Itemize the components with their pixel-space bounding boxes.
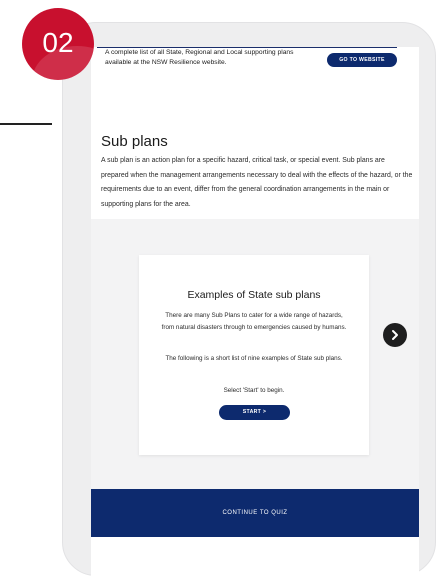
card-title: Examples of State sub plans — [187, 289, 321, 301]
card-paragraph-1: There are many Sub Plans to cater for a … — [161, 312, 347, 332]
sub-plans-card: Examples of State sub plans There are ma… — [139, 255, 369, 455]
start-button[interactable]: START > — [219, 405, 290, 420]
carousel-next-button[interactable] — [383, 323, 407, 347]
tablet-frame: A complete list of all State, Regional a… — [62, 22, 436, 577]
go-to-website-button[interactable]: GO TO WEBSITE — [327, 53, 397, 67]
carousel-area: Examples of State sub plans There are ma… — [91, 219, 419, 489]
tablet-screen: A complete list of all State, Regional a… — [91, 47, 419, 577]
card-paragraph-3: Select 'Start' to begin. — [223, 387, 285, 394]
card-paragraph-2: The following is a short list of nine ex… — [165, 355, 343, 362]
step-badge: 02 — [22, 8, 94, 80]
intro-text: A complete list of all State, Regional a… — [105, 49, 294, 66]
sub-plans-paragraph: A sub plan is an action plan for a speci… — [101, 157, 413, 208]
sub-plans-title: Sub plans — [101, 133, 168, 150]
step-number: 02 — [42, 27, 74, 58]
side-divider-line — [0, 123, 52, 125]
continue-to-quiz-button[interactable]: CONTINUE TO QUIZ — [91, 489, 419, 537]
chevron-right-icon — [392, 330, 398, 340]
